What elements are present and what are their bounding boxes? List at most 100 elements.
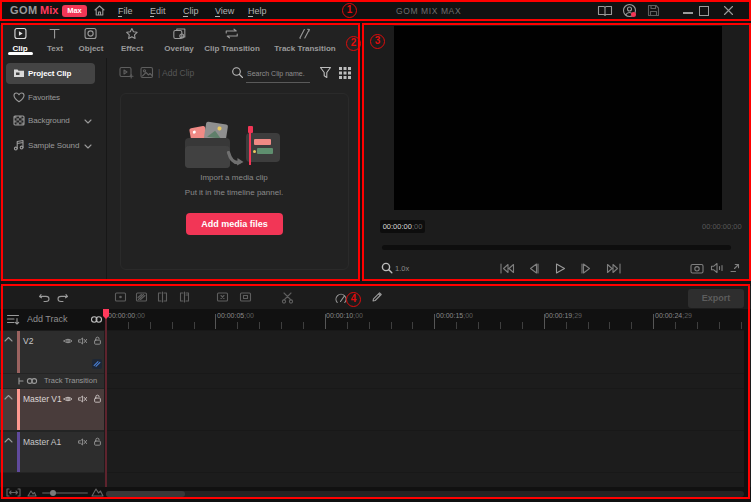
timeline-zoom-slider[interactable] bbox=[42, 492, 88, 494]
master-a1-collapse-icon[interactable] bbox=[4, 437, 13, 443]
ruler-label-0: 00:00:00;00 bbox=[108, 312, 145, 319]
sidebar-label-sample-sound[interactable]: Sample Sound bbox=[28, 142, 79, 150]
save-icon[interactable] bbox=[647, 4, 660, 17]
seek-bar[interactable] bbox=[382, 245, 731, 250]
lane-sep bbox=[107, 472, 744, 473]
sample-sound-chevron-down-icon[interactable] bbox=[84, 144, 92, 149]
timeline-hscroll-thumb[interactable] bbox=[106, 491, 185, 497]
add-track-icon[interactable] bbox=[6, 313, 20, 326]
menu-view[interactable]: View bbox=[215, 7, 234, 16]
playhead-line bbox=[105, 318, 107, 487]
v2-lock-icon[interactable] bbox=[93, 336, 102, 345]
add-clip-label: | Add Clip bbox=[158, 69, 194, 78]
volume-icon[interactable] bbox=[710, 262, 724, 274]
import-hint-line2: Put it in the timeline pannel. bbox=[120, 189, 348, 197]
add-image-clip-icon[interactable] bbox=[140, 66, 154, 79]
master-a1-lock-icon[interactable] bbox=[93, 437, 102, 446]
menu-help[interactable]: Help bbox=[248, 7, 267, 16]
detach-icon[interactable] bbox=[729, 262, 741, 274]
home-icon[interactable] bbox=[93, 4, 106, 17]
prev-frame-icon[interactable] bbox=[526, 262, 540, 275]
video-preview bbox=[394, 26, 722, 210]
skip-start-icon[interactable] bbox=[499, 262, 515, 275]
close-button[interactable] bbox=[723, 5, 734, 16]
next-frame-icon[interactable] bbox=[580, 262, 594, 275]
v2-color-bar bbox=[17, 331, 20, 373]
filter-icon[interactable] bbox=[319, 66, 332, 79]
lane-sep bbox=[107, 330, 744, 331]
zoom-out-timeline-icon[interactable] bbox=[27, 489, 37, 497]
skip-end-icon[interactable] bbox=[606, 262, 622, 275]
menu-file[interactable]: File bbox=[118, 7, 133, 16]
track-header-v2[interactable] bbox=[0, 331, 104, 373]
v2-collapse-icon[interactable] bbox=[4, 336, 13, 342]
background-chevron-down-icon[interactable] bbox=[84, 119, 92, 124]
tab-effect[interactable]: Effect bbox=[121, 27, 143, 53]
master-v1-lock-icon[interactable] bbox=[93, 394, 102, 403]
overwrite-clip-icon[interactable] bbox=[135, 291, 148, 303]
playback-speed[interactable]: 1.0x bbox=[395, 265, 409, 273]
v2-visibility-icon[interactable] bbox=[63, 337, 73, 345]
ruler-label-4: 00:00:19;29 bbox=[545, 312, 582, 319]
split-right-icon[interactable] bbox=[178, 291, 191, 303]
grid-view-icon[interactable] bbox=[339, 67, 351, 79]
cut-icon[interactable] bbox=[281, 291, 294, 304]
sidebar-label-background[interactable]: Background bbox=[28, 117, 70, 125]
speed-icon[interactable] bbox=[334, 292, 348, 304]
v2-mute-icon[interactable] bbox=[78, 337, 88, 345]
heart-icon bbox=[13, 92, 25, 103]
delete-clip-icon[interactable] bbox=[216, 291, 229, 303]
tab-clip[interactable]: Clip bbox=[12, 27, 27, 53]
track-name-master-a1: Master A1 bbox=[23, 438, 61, 447]
tab-clip-transition[interactable]: Clip Transition bbox=[204, 27, 260, 53]
search-input[interactable]: Search Clip name. bbox=[247, 70, 305, 77]
add-video-clip-icon[interactable] bbox=[119, 66, 134, 79]
vertical-scrollbar[interactable] bbox=[744, 309, 749, 487]
timeline-zoom-knob[interactable] bbox=[50, 490, 56, 496]
play-icon[interactable] bbox=[553, 262, 567, 275]
undo-icon[interactable] bbox=[38, 291, 51, 303]
timeline-hscroll[interactable] bbox=[106, 491, 744, 497]
tab-overlay[interactable]: Overlay bbox=[164, 27, 193, 53]
zoom-in-timeline-icon[interactable] bbox=[91, 487, 104, 497]
split-left-icon[interactable] bbox=[156, 291, 169, 303]
menu-clip-accel bbox=[183, 16, 188, 17]
redo-icon[interactable] bbox=[56, 291, 69, 303]
master-v1-mute-icon[interactable] bbox=[78, 395, 88, 403]
ripple-delete-icon[interactable] bbox=[239, 291, 252, 303]
menu-clip[interactable]: Clip bbox=[183, 7, 199, 16]
sidebar-label-project-clip: Project Clip bbox=[28, 70, 71, 78]
master-v1-collapse-icon[interactable] bbox=[4, 394, 13, 400]
search-underline bbox=[246, 82, 310, 83]
edit-icon[interactable] bbox=[371, 291, 383, 303]
maximize-button[interactable] bbox=[699, 6, 709, 16]
manual-icon[interactable] bbox=[597, 5, 613, 17]
menu-edit[interactable]: Edit bbox=[150, 7, 166, 16]
master-a1-mute-icon[interactable] bbox=[78, 438, 88, 446]
sample-sound-icon bbox=[13, 139, 25, 151]
clip-icon bbox=[13, 27, 27, 40]
background-icon bbox=[13, 115, 25, 126]
track-name-master-v1: Master V1 bbox=[23, 395, 62, 404]
add-media-files-button[interactable]: Add media files bbox=[186, 213, 283, 235]
tab-object[interactable]: Object bbox=[79, 27, 104, 53]
clip-transition-icon bbox=[225, 27, 240, 40]
snapshot-icon[interactable] bbox=[690, 262, 704, 274]
v2-transition-icon[interactable] bbox=[92, 359, 102, 369]
tab-track-transition[interactable]: Track Transition bbox=[274, 27, 335, 53]
tab-text[interactable]: Text bbox=[47, 27, 63, 53]
track-transition-icon bbox=[297, 27, 312, 40]
master-v1-visibility-icon[interactable] bbox=[63, 395, 73, 403]
row-sep bbox=[0, 472, 104, 473]
minimize-button[interactable] bbox=[683, 12, 693, 14]
preview-zoom-icon[interactable] bbox=[381, 262, 393, 274]
export-button[interactable]: Export bbox=[688, 289, 744, 308]
account-icon[interactable] bbox=[622, 3, 637, 18]
ruler-label-1: 00:00:05;00 bbox=[217, 312, 254, 319]
track-transition-label: Track Transition bbox=[44, 377, 97, 385]
insert-clip-icon[interactable] bbox=[114, 291, 127, 303]
add-track-label[interactable]: Add Track bbox=[27, 315, 68, 324]
link-icon[interactable] bbox=[90, 315, 103, 324]
sidebar-label-favorites[interactable]: Favorites bbox=[28, 94, 60, 102]
fit-timeline-icon[interactable] bbox=[6, 488, 21, 497]
